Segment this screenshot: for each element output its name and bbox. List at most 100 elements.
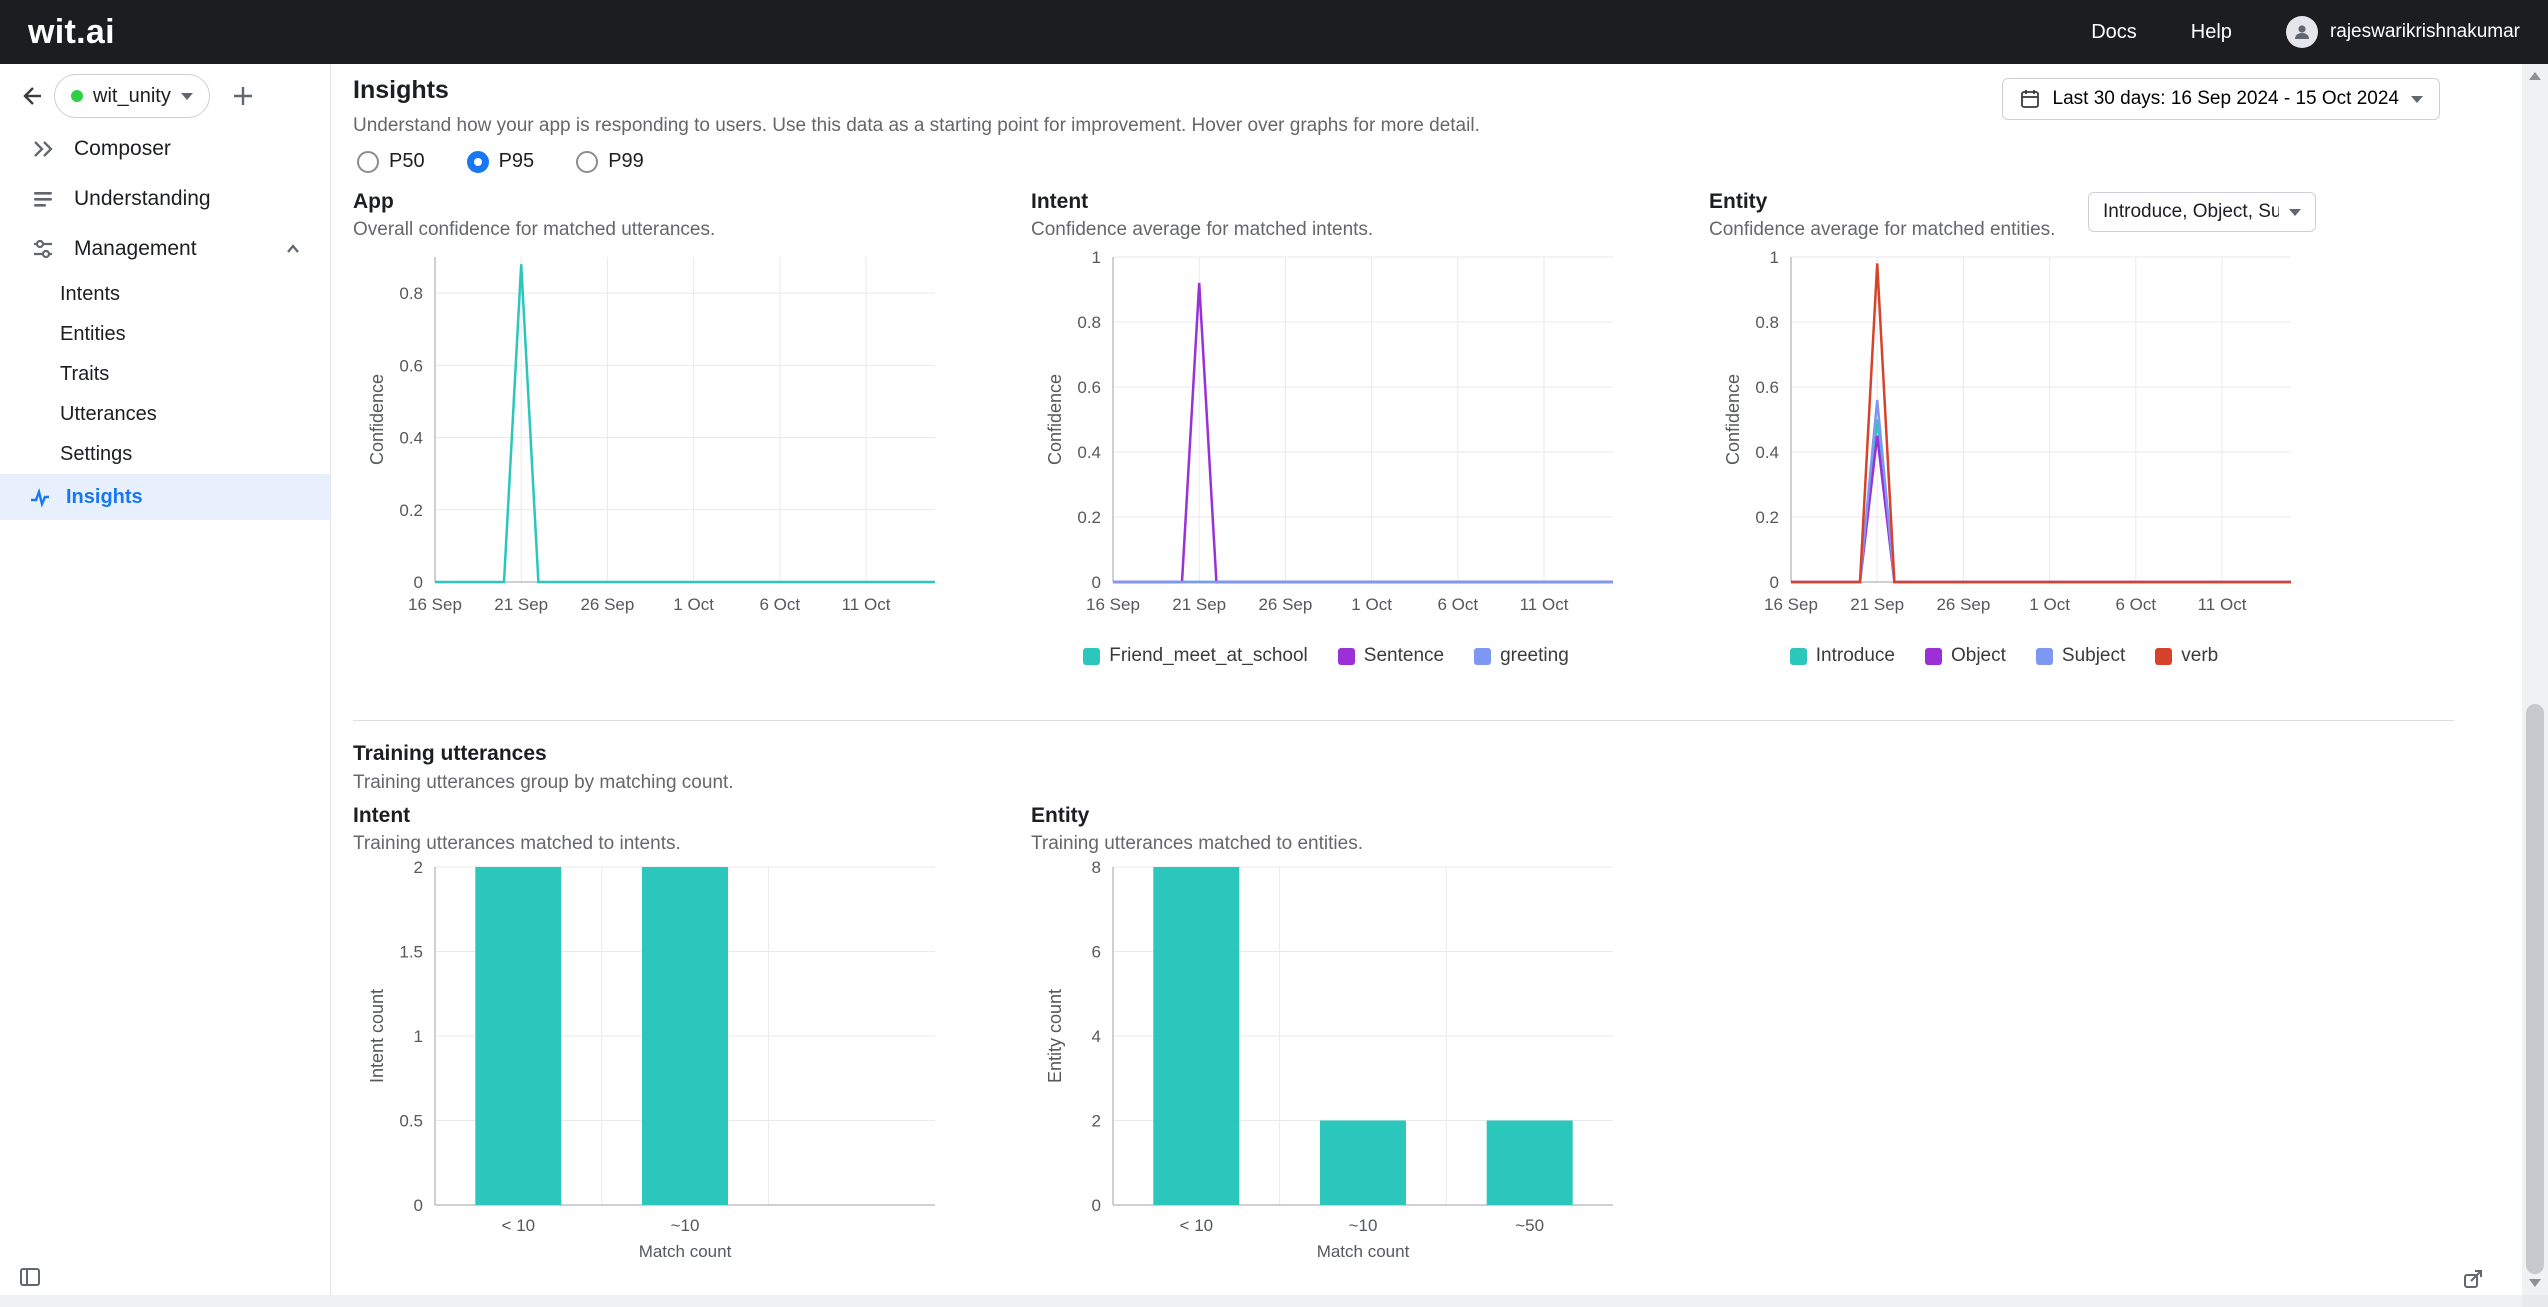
back-arrow-icon [18,83,44,109]
username: rajeswarikrishnakumar [2330,21,2520,43]
plus-icon [230,83,256,109]
chart-title: Intent [1031,190,1621,214]
scroll-down-icon[interactable] [2529,1279,2541,1287]
sidebar-item-utterances[interactable]: Utterances [0,394,330,434]
sidebar-app-row: wit_unity [0,64,330,124]
legend-item[interactable]: greeting [1474,645,1569,667]
sidebar-item-label: Understanding [74,187,211,211]
sidebar-item-traits[interactable]: Traits [0,354,330,394]
intent-match-count-chart[interactable]: 00.511.52< 10~10Match countIntent count [353,857,943,1265]
svg-text:1 Oct: 1 Oct [1351,595,1392,614]
radio-icon [467,151,489,173]
legend-swatch [1790,648,1807,665]
svg-text:< 10: < 10 [1180,1216,1214,1235]
legend-item[interactable]: Sentence [1338,645,1444,667]
svg-text:0.6: 0.6 [1755,378,1779,397]
date-range-button[interactable]: Last 30 days: 16 Sep 2024 - 15 Oct 2024 [2002,78,2440,120]
svg-text:0.6: 0.6 [1077,378,1101,397]
legend-label: Friend_meet_at_school [1109,645,1308,667]
page-description: Understand how your app is responding to… [353,115,1480,137]
docs-link[interactable]: Docs [2091,21,2137,44]
app-name: wit_unity [93,85,171,108]
calendar-icon [2019,88,2041,110]
scrollbar-corner [2522,1295,2548,1307]
chevron-up-icon[interactable] [282,238,304,260]
collapse-sidebar-icon[interactable] [18,1265,42,1289]
back-button[interactable] [16,81,46,111]
wit-ai-logo[interactable]: wit.ai [28,13,115,52]
app-confidence-chart[interactable]: 00.20.40.60.816 Sep21 Sep26 Sep1 Oct6 Oc… [353,243,943,643]
entity-bars-chart-svg: 02468< 10~10~50Match countEntity count [1031,857,1621,1265]
chart-title: Intent [353,804,943,828]
sidebar-item-insights[interactable]: Insights [0,474,330,520]
user-menu[interactable]: rajeswarikrishnakumar [2286,16,2520,48]
radio-label: P95 [499,150,535,173]
entity-confidence-chart[interactable]: 00.20.40.60.8116 Sep21 Sep26 Sep1 Oct6 O… [1709,243,2299,643]
svg-text:0: 0 [1092,1196,1101,1215]
svg-text:Intent count: Intent count [367,989,387,1083]
management-icon [30,236,56,262]
svg-text:26 Sep: 26 Sep [1936,595,1990,614]
intent-bars-panel: Intent Training utterances matched to in… [353,804,943,1265]
svg-text:2: 2 [1092,1112,1101,1131]
legend-item[interactable]: Object [1925,645,2006,667]
legend-label: Introduce [1816,645,1895,667]
entity-match-count-chart[interactable]: 02468< 10~10~50Match countEntity count [1031,857,1621,1265]
legend-item[interactable]: verb [2155,645,2218,667]
insights-page: Insights Understand how your app is resp… [332,64,2454,1295]
svg-text:Confidence: Confidence [1723,374,1743,465]
sidebar-item-settings[interactable]: Settings [0,434,330,474]
chart-subtitle: Training utterances matched to entities. [1031,833,1621,855]
svg-text:6 Oct: 6 Oct [1438,595,1479,614]
sidebar-item-understanding[interactable]: Understanding [0,174,330,224]
svg-text:21 Sep: 21 Sep [494,595,548,614]
svg-text:Confidence: Confidence [1045,374,1065,465]
sidebar-item-entities[interactable]: Entities [0,314,330,354]
page-title: Insights [353,76,1480,105]
svg-text:Match count: Match count [639,1242,732,1261]
percentile-radio-p95[interactable]: P95 [467,150,535,173]
svg-text:0: 0 [414,573,423,592]
intent-confidence-chart[interactable]: 00.20.40.60.8116 Sep21 Sep26 Sep1 Oct6 O… [1031,243,1621,643]
person-icon [2292,22,2312,42]
entity-filter-select[interactable]: Introduce, Object, Subj... [2088,192,2316,232]
entity-chart-panel: Entity Confidence average for matched en… [1709,190,2299,667]
radio-label: P99 [608,150,644,173]
legend-swatch [1338,648,1355,665]
app-selector[interactable]: wit_unity [54,74,210,118]
legend-item[interactable]: Subject [2036,645,2125,667]
legend-label: Subject [2062,645,2125,667]
svg-text:11 Oct: 11 Oct [1520,595,1569,614]
legend-label: Sentence [1364,645,1444,667]
svg-text:0.2: 0.2 [1077,508,1101,527]
svg-text:16 Sep: 16 Sep [1086,595,1140,614]
legend-item[interactable]: Introduce [1790,645,1895,667]
percentile-radio-p99[interactable]: P99 [576,150,644,173]
entity-filter-value: Introduce, Object, Subj... [2103,201,2279,223]
intent-chart-panel: Intent Confidence average for matched in… [1031,190,1621,667]
intent-bars-chart-svg: 00.511.52< 10~10Match countIntent count [353,857,943,1265]
sidebar-item-management[interactable]: Management [0,224,330,274]
new-app-button[interactable] [226,79,260,113]
sidebar-item-intents[interactable]: Intents [0,274,330,314]
understanding-icon [30,186,56,212]
chart-title: Entity [1031,804,1621,828]
svg-text:~50: ~50 [1515,1216,1544,1235]
legend-swatch [2155,648,2172,665]
scrollbar-thumb[interactable] [2526,704,2544,1274]
percentile-radio-p50[interactable]: P50 [357,150,425,173]
svg-text:1 Oct: 1 Oct [2029,595,2070,614]
svg-text:11 Oct: 11 Oct [2198,595,2247,614]
svg-text:0: 0 [1092,573,1101,592]
topbar: wit.ai Docs Help rajeswarikrishnakumar [0,0,2548,64]
svg-text:0.8: 0.8 [1077,313,1101,332]
legend-item[interactable]: Friend_meet_at_school [1083,645,1308,667]
sidebar-item-composer[interactable]: Composer [0,124,330,174]
svg-text:16 Sep: 16 Sep [408,595,462,614]
open-in-new-icon[interactable] [2462,1268,2484,1290]
horizontal-scrollbar[interactable] [0,1295,2522,1307]
svg-text:26 Sep: 26 Sep [580,595,634,614]
vertical-scrollbar[interactable] [2522,64,2548,1295]
scroll-up-icon[interactable] [2529,72,2541,80]
help-link[interactable]: Help [2191,21,2232,44]
